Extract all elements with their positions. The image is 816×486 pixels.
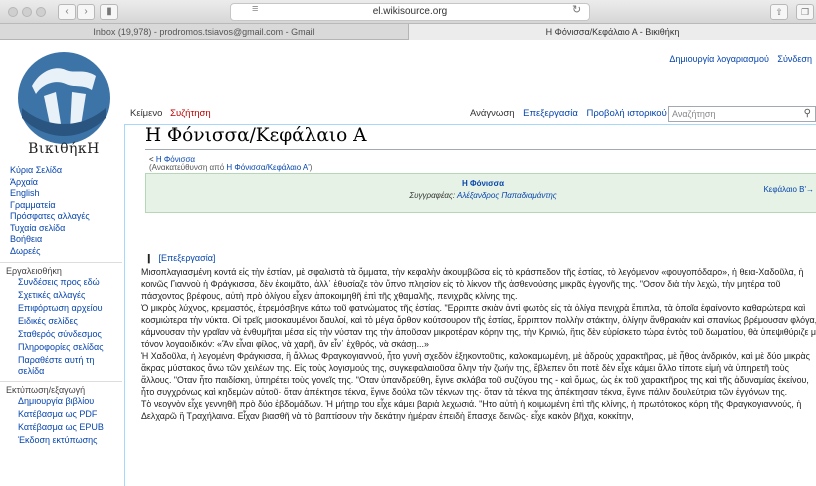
author-link[interactable]: Αλέξανδρος Παπαδιαμάντης [457, 191, 557, 200]
reload-icon[interactable]: ↻ [572, 3, 581, 16]
sidebar-item-literature[interactable]: Γραμματεία [0, 200, 122, 212]
section-edit: ❙ [Επεξεργασία] [145, 253, 215, 264]
forward-icon[interactable]: › [77, 4, 95, 20]
browser-tab-gmail[interactable]: Inbox (19,978) - prodromos.tsiavos@gmail… [0, 24, 408, 40]
sidebar-tools-heading[interactable]: Εργαλειοθήκη [0, 262, 122, 277]
sidebar-item-cite-page[interactable]: Παραθέστε αυτή τη σελίδα [0, 355, 122, 376]
sidebar-item-random-page[interactable]: Τυχαία σελίδα [0, 223, 122, 235]
paragraph: Ἡ Χαδοῦλα, ἡ λεγομένη Φράγκισσα, ἢ ἄλλως… [141, 351, 810, 397]
account-links: Δημιουργία λογαριασμού Σύνδεση [663, 54, 812, 64]
browser-tab-bar: Inbox (19,978) - prodromos.tsiavos@gmail… [0, 24, 816, 40]
section-edit-link[interactable]: [Επεξεργασία] [159, 253, 216, 263]
back-icon[interactable]: ‹ [58, 4, 76, 20]
sidebar-item-what-links-here[interactable]: Συνδέσεις προς εδώ [0, 277, 122, 288]
sidebar-item-create-book[interactable]: Δημιουργία βιβλίου [0, 396, 122, 407]
redirect-prefix: (Ανακατεύθυνση από [149, 163, 227, 172]
title-divider [145, 149, 816, 150]
sidebar-item-related-changes[interactable]: Σχετικές αλλαγές [0, 290, 122, 301]
tab-page[interactable]: Κείμενο [130, 108, 162, 119]
search-input[interactable]: Αναζήτηση ⚲ [668, 106, 816, 122]
next-chapter-link[interactable]: Κεφάλαιο Β'→ [763, 185, 814, 194]
sidebar-item-donations[interactable]: Δωρεές [0, 246, 122, 258]
redirect-source-link[interactable]: Η Φόνισσα/Κεφάλαιο Α' [226, 163, 309, 172]
chapter-text: Μισοπλαγιασμένη κοντά εἰς τὴν ἑστίαν, μὲ… [141, 266, 816, 422]
browser-tab-wikisource[interactable]: Η Φόνισσα/Κεφάλαιο Α - Βικιθήκη [408, 24, 816, 40]
sidebar-item-english[interactable]: English [0, 188, 122, 200]
sidebar-item-upload-file[interactable]: Επιφόρτωση αρχείου [0, 303, 122, 314]
share-icon[interactable]: ⇧ [770, 4, 788, 20]
author-prefix: Συγγραφέας: [409, 191, 458, 200]
namespace-tabs: Κείμενο Συζήτηση [130, 108, 216, 124]
tab-edit[interactable]: Επεξεργασία [523, 108, 578, 119]
work-header-box: Η Φόνισσα Συγγραφέας: Αλέξανδρος Παπαδια… [145, 173, 816, 213]
sidebar-item-download-epub[interactable]: Κατέβασμα ως EPUB [0, 422, 122, 433]
close-window-icon[interactable] [8, 7, 18, 17]
sidebar-item-download-pdf[interactable]: Κατέβασμα ως PDF [0, 409, 122, 420]
sidebar-item-special-pages[interactable]: Ειδικές σελίδες [0, 316, 122, 327]
sidebar-item-help[interactable]: Βοήθεια [0, 234, 122, 246]
tab-history[interactable]: Προβολή ιστορικού [587, 108, 667, 119]
sidebar-export-heading[interactable]: Εκτύπωση/εξαγωγή [0, 381, 122, 396]
view-tabs: Ανάγνωση Επεξεργασία Προβολή ιστορικού [470, 108, 673, 119]
site-wordmark: ΒικιθήκΗ [28, 141, 100, 157]
reader-icon[interactable]: ≡ [252, 3, 258, 15]
sidebar-toggle-icon[interactable]: ▮ [100, 4, 118, 20]
sidebar-item-permanent-link[interactable]: Σταθερός σύνδεσμος [0, 329, 122, 340]
tabs-overview-icon[interactable]: ❐ [796, 4, 814, 20]
redirect-notice: (Ανακατεύθυνση από Η Φόνισσα/Κεφάλαιο Α'… [149, 163, 312, 172]
section-marker-icon: ❙ [145, 253, 153, 263]
wikisource-logo[interactable] [14, 48, 114, 148]
login-link[interactable]: Σύνδεση [777, 54, 812, 64]
sidebar-item-print-version[interactable]: Έκδοση εκτύπωσης [0, 435, 122, 446]
address-bar[interactable]: el.wikisource.org [230, 3, 590, 21]
minimize-window-icon[interactable] [22, 7, 32, 17]
author-line: Συγγραφέας: Αλέξανδρος Παπαδιαμάντης [146, 191, 816, 200]
browser-titlebar: ‹ › ▮ el.wikisource.org ≡ ↻ ⇧ ❐ [0, 0, 816, 24]
sidebar: Κύρια Σελίδα Άρχαία English Γραμματεία Π… [0, 165, 122, 448]
sidebar-item-recent-changes[interactable]: Πρόσφατες αλλαγές [0, 211, 122, 223]
create-account-link[interactable]: Δημιουργία λογαριασμού [669, 54, 769, 64]
search-icon[interactable]: ⚲ [804, 107, 811, 121]
page-title: Η Φόνισσα/Κεφάλαιο Α [145, 125, 367, 146]
search-placeholder: Αναζήτηση [672, 109, 716, 119]
paragraph: Ὁ μικρὸς λύχνος, κρεμαστός, ἐτρεμόσβηνε … [141, 303, 816, 349]
sidebar-item-main-page[interactable]: Κύρια Σελίδα [0, 165, 122, 177]
tab-talk[interactable]: Συζήτηση [170, 108, 211, 119]
paragraph: Τὸ νεογνὸν εἶχε γεννηθῆ πρὸ δύο ἑβδομάδω… [141, 399, 802, 421]
sidebar-item-page-info[interactable]: Πληροφορίες σελίδας [0, 342, 122, 353]
paragraph: Μισοπλαγιασμένη κοντά εἰς τὴν ἑστίαν, μὲ… [141, 267, 804, 301]
sidebar-item-ancient[interactable]: Άρχαία [0, 177, 122, 189]
main-content: Η Φόνισσα/Κεφάλαιο Α < Η Φόνισσα (Ανακατ… [124, 124, 816, 486]
work-title-link[interactable]: Η Φόνισσα [146, 179, 816, 188]
redirect-suffix: ) [309, 163, 313, 172]
zoom-window-icon[interactable] [36, 7, 46, 17]
tab-read[interactable]: Ανάγνωση [470, 108, 514, 119]
